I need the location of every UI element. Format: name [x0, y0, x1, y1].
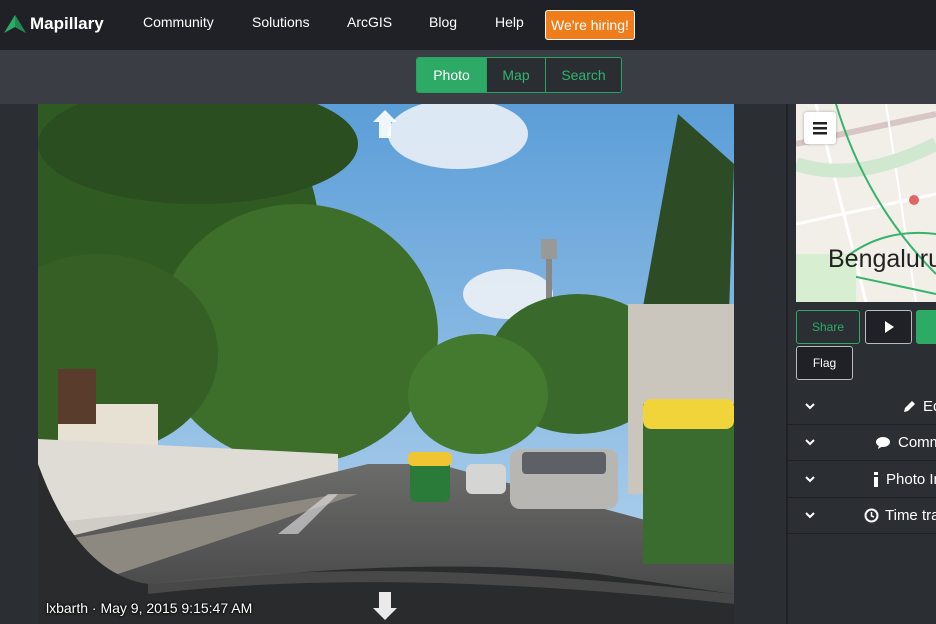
chevron-down-icon: [805, 512, 815, 519]
hamburger-icon: [813, 122, 827, 135]
top-navbar: Mapillary Community Solutions ArcGIS Blo…: [0, 0, 936, 50]
street-photo-image: [38, 104, 734, 624]
nav-link-arcgis[interactable]: ArcGIS: [347, 14, 392, 30]
hiring-button[interactable]: We're hiring!: [545, 10, 635, 40]
photo-caption[interactable]: lxbarth · May 9, 2015 9:15:47 AM: [46, 600, 252, 616]
mapillary-logo-icon: [4, 15, 26, 33]
tab-search[interactable]: Search: [545, 58, 621, 92]
map-city-label: Bengaluru: [828, 245, 936, 273]
play-button[interactable]: [865, 310, 912, 344]
pencil-icon: [904, 401, 915, 412]
panel-time-travel[interactable]: Time travel: [788, 498, 936, 534]
panel-comments[interactable]: Comments: [788, 425, 936, 461]
tab-map[interactable]: Map: [486, 58, 545, 92]
chevron-down-icon: [805, 403, 815, 410]
play-icon: [884, 321, 894, 333]
tab-photo[interactable]: Photo: [417, 58, 486, 92]
nav-link-help[interactable]: Help: [495, 14, 524, 30]
info-icon: [874, 472, 878, 487]
clock-icon: [864, 508, 879, 523]
panel-edit[interactable]: Edit: [788, 389, 936, 425]
mapillary-logo[interactable]: Mapillary: [2, 9, 104, 39]
brand-name: Mapillary: [30, 14, 104, 33]
panel-label: Edit: [923, 398, 936, 415]
map-menu-button[interactable]: [804, 112, 836, 144]
chevron-down-icon: [805, 439, 815, 446]
panel-label: Comments: [898, 434, 936, 451]
flag-button[interactable]: Flag: [796, 346, 853, 380]
comments-icon: [876, 436, 890, 449]
view-tab-group: Photo Map Search: [416, 57, 622, 93]
panel-photo-info[interactable]: Photo Info: [788, 462, 936, 498]
panel-label: Photo Info: [886, 471, 936, 488]
street-photo[interactable]: [38, 104, 734, 624]
nav-link-solutions[interactable]: Solutions: [252, 14, 310, 30]
forward-arrow-icon[interactable]: [367, 106, 403, 142]
panel-label: Time travel: [885, 507, 936, 524]
follow-button[interactable]: [916, 310, 936, 344]
back-arrow-icon[interactable]: [367, 588, 403, 624]
chevron-down-icon: [805, 476, 815, 483]
share-button[interactable]: Share: [796, 310, 860, 344]
nav-link-blog[interactable]: Blog: [429, 14, 457, 30]
nav-link-community[interactable]: Community: [143, 14, 214, 30]
